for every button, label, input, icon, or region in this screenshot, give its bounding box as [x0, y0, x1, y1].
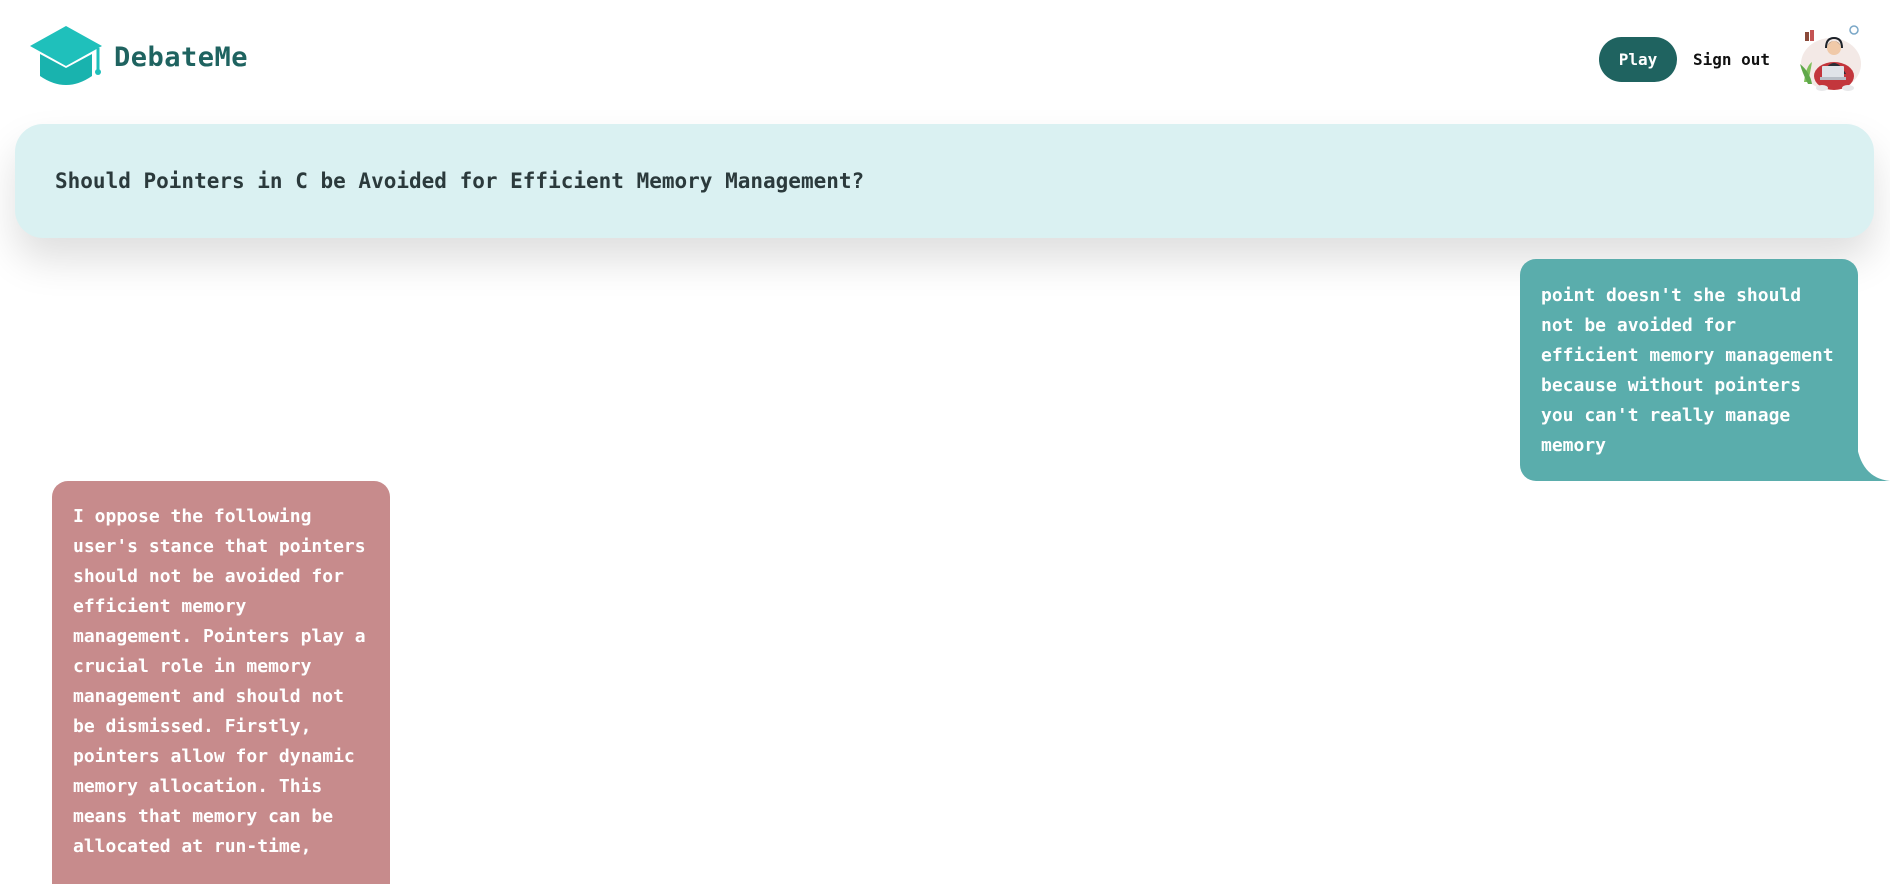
brand[interactable]: DebateMe [28, 24, 248, 90]
debate-topic-title: Should Pointers in C be Avoided for Effi… [55, 169, 865, 193]
top-header: DebateMe Play Sign out [0, 0, 1890, 118]
play-button[interactable]: Play [1599, 37, 1677, 82]
sign-out-button[interactable]: Sign out [1693, 46, 1770, 72]
opponent-message-text: I oppose the following user's stance tha… [73, 506, 366, 857]
user-avatar[interactable] [1798, 22, 1864, 94]
opponent-message-bubble: I oppose the following user's stance tha… [52, 481, 390, 884]
debate-app: DebateMe Play Sign out Should Pointers i… [0, 0, 1890, 884]
message-tail-icon [1856, 440, 1890, 481]
debate-topic-banner: Should Pointers in C be Avoided for Effi… [15, 124, 1874, 238]
user-message-bubble: point doesn't she should not be avoided … [1520, 259, 1858, 481]
user-message-text: point doesn't she should not be avoided … [1541, 285, 1834, 456]
graduation-cap-icon [30, 26, 102, 85]
app-name: DebateMe [114, 41, 249, 73]
